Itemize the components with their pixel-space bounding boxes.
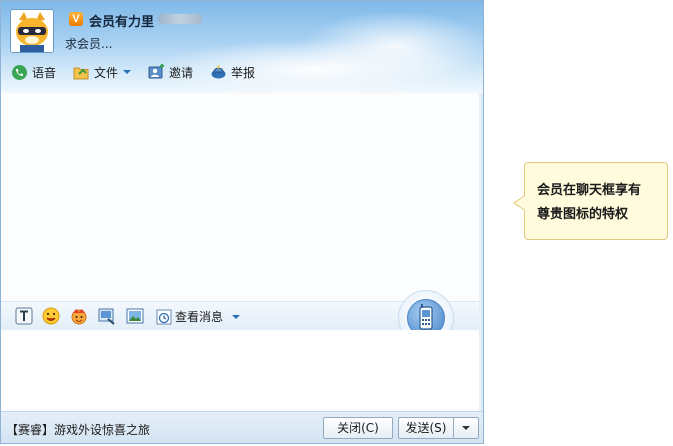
invite-button[interactable]: 邀请 [148,63,194,81]
emoji-icon[interactable] [42,307,60,325]
header: V 会员有力里 求会员... 语音 文件 邀请 举报 [1,1,483,99]
chat-window: V 会员有力里 求会员... 语音 文件 邀请 举报 查看消息 【赛睿】游戏外设… [0,0,484,444]
history-icon [156,309,172,324]
blurred-account-number [158,14,202,24]
cloud-decoration [301,11,483,81]
voice-label: 语音 [32,65,57,80]
contact-signature: 求会员... [65,37,113,51]
file-icon [73,67,89,79]
report-button[interactable]: 举报 [210,64,255,81]
message-input[interactable] [1,330,479,409]
invite-label: 邀请 [169,65,194,80]
voice-icon [12,64,27,80]
file-button[interactable]: 文件 [73,64,132,81]
file-label: 文件 [94,65,119,80]
report-icon [211,65,226,78]
voice-button[interactable]: 语音 [11,64,56,81]
tooltip-pointer-fill [515,196,525,210]
tooltip-line: 会员在聊天框享有 [537,183,642,198]
message-display-area[interactable] [1,93,479,299]
ad-link[interactable]: 【赛睿】游戏外设惊喜之旅 [6,421,150,438]
font-icon[interactable] [15,307,33,325]
history-button[interactable]: 查看消息 [156,308,241,325]
tiger-avatar-icon [11,10,53,52]
chevron-down-icon[interactable] [232,314,241,319]
contact-name[interactable]: 会员有力里 [89,11,154,30]
vip-icon[interactable]: V [69,12,83,26]
report-label: 举报 [231,65,256,80]
tooltip-line: 尊贵图标的特权 [537,207,629,222]
history-label: 查看消息 [175,310,224,324]
avatar[interactable] [10,9,54,53]
top-toolbar: 语音 文件 邀请 举报 [11,62,272,82]
side-panel-edge [479,93,483,413]
screenshot-icon[interactable] [98,307,116,325]
invite-icon [148,63,165,78]
close-button[interactable]: 关闭(C) [323,417,393,439]
send-options-button[interactable] [453,417,479,439]
send-button[interactable]: 发送(S) [398,417,454,439]
vip-tooltip: 会员在聊天框享有 尊贵图标的特权 [524,162,668,240]
chevron-down-icon [462,426,470,430]
footer: 【赛睿】游戏外设惊喜之旅 关闭(C) 发送(S) [1,411,483,443]
chevron-down-icon[interactable] [123,70,132,74]
magic-emoji-icon[interactable] [70,307,88,325]
image-icon[interactable] [126,307,144,325]
